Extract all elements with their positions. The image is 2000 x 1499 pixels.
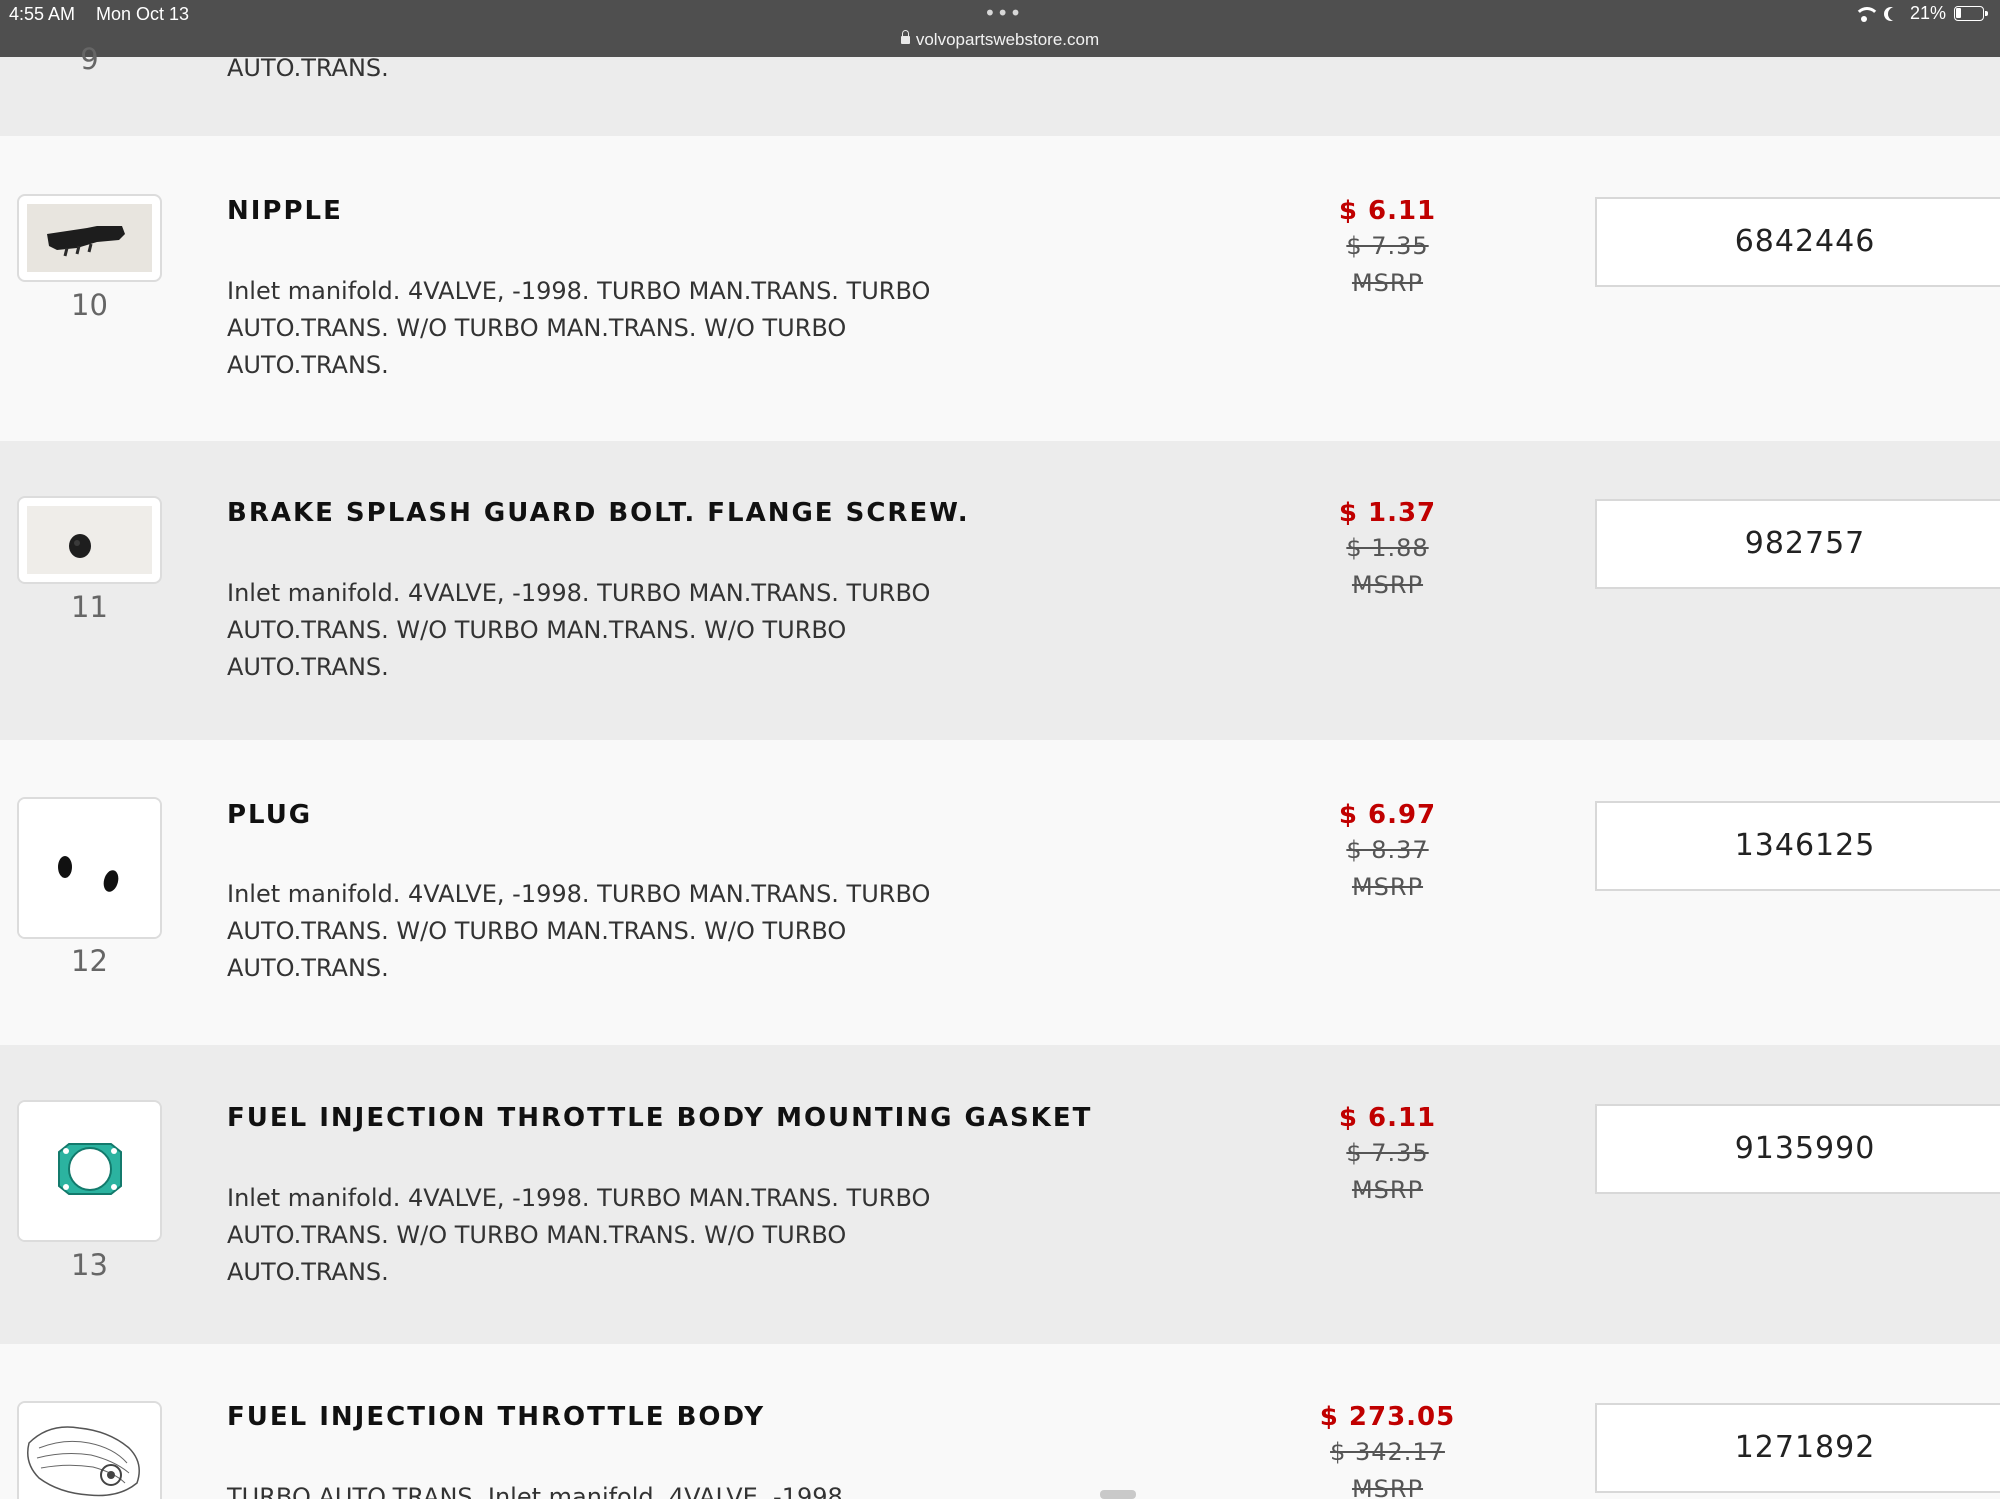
desc-line: Inlet manifold. 4VALVE, -1998. TURBO MAN… xyxy=(227,579,931,607)
msrp-price: $ 342.17 xyxy=(1330,1438,1445,1466)
plug-image xyxy=(19,799,160,937)
desc-line: AUTO.TRANS. W/O TURBO MAN.TRANS. W/O TUR… xyxy=(227,917,847,945)
desc-line: Inlet manifold. 4VALVE, -1998. TURBO MAN… xyxy=(227,1184,931,1212)
part-number-box[interactable]: 6842446 xyxy=(1595,197,2000,287)
status-bar: 4:55 AM Mon Oct 13 ••• volvopartswebstor… xyxy=(0,0,2000,57)
part-title[interactable]: PLUG xyxy=(227,800,312,830)
part-title[interactable]: BRAKE SPLASH GUARD BOLT. FLANGE SCREW. xyxy=(227,498,970,528)
sale-price: $ 6.11 xyxy=(1338,1103,1437,1133)
part-description: Inlet manifold. 4VALVE, -1998. TURBO MAN… xyxy=(227,876,987,987)
part-thumbnail[interactable] xyxy=(17,194,162,282)
part-number-box[interactable]: 1271892 xyxy=(1595,1403,2000,1493)
sale-price: $ 6.11 xyxy=(1338,196,1437,226)
desc-line: AUTO.TRANS. W/O TURBO MAN.TRANS. W/O TUR… xyxy=(227,1221,847,1249)
desc-line: Inlet manifold. 4VALVE, -1998. TURBO MAN… xyxy=(227,880,931,908)
ref-number: 13 xyxy=(71,1248,108,1282)
status-indicators: 21% xyxy=(1853,3,1988,24)
ref-number: 9 xyxy=(80,42,99,76)
part-title[interactable]: FUEL INJECTION THROTTLE BODY MOUNTING GA… xyxy=(227,1103,1092,1133)
part-thumbnail[interactable] xyxy=(17,1401,162,1499)
scroll-indicator[interactable] xyxy=(1100,1490,1136,1499)
part-description: Inlet manifold. 4VALVE, -1998. TURBO MAN… xyxy=(227,273,987,384)
more-dots-icon[interactable]: ••• xyxy=(984,1,1022,25)
ref-number: 11 xyxy=(71,590,108,624)
address-bar[interactable]: volvopartswebstore.com xyxy=(0,30,2000,50)
url-text: volvopartswebstore.com xyxy=(915,30,1100,49)
lock-icon xyxy=(900,30,910,44)
desc-line: AUTO.TRANS. xyxy=(227,351,389,379)
moon-icon xyxy=(1888,7,1902,21)
desc-line: AUTO.TRANS. xyxy=(227,653,389,681)
part-thumbnail[interactable] xyxy=(17,1100,162,1242)
list-item: FUEL INJECTION THROTTLE BODY TURBO AUTO.… xyxy=(0,1344,2000,1499)
desc-line: AUTO.TRANS. xyxy=(227,1258,389,1286)
price-block: $ 273.05 $ 342.17 MSRP xyxy=(1280,1400,1495,1499)
list-item: 9 AUTO.TRANS. xyxy=(0,42,2000,136)
bolt-image xyxy=(27,506,152,574)
list-item: 11 BRAKE SPLASH GUARD BOLT. FLANGE SCREW… xyxy=(0,441,2000,740)
sale-price: $ 1.37 xyxy=(1338,498,1437,528)
nipple-image xyxy=(27,204,152,272)
msrp-label: MSRP xyxy=(1351,269,1424,297)
throttle-body-image xyxy=(19,1403,160,1499)
battery-percent: 21% xyxy=(1909,3,1946,23)
desc-line: Inlet manifold. 4VALVE, -1998. TURBO MAN… xyxy=(227,277,931,305)
part-number-box[interactable]: 9135990 xyxy=(1595,1104,2000,1194)
desc-line: AUTO.TRANS. W/O TURBO MAN.TRANS. W/O TUR… xyxy=(227,314,847,342)
part-image xyxy=(27,204,152,272)
part-number-box[interactable]: 1346125 xyxy=(1595,801,2000,891)
price-block: $ 6.11 $ 7.35 MSRP xyxy=(1280,194,1495,302)
part-description: Inlet manifold. 4VALVE, -1998. TURBO MAN… xyxy=(227,575,987,686)
msrp-label: MSRP xyxy=(1351,1176,1424,1204)
msrp-price: $ 7.35 xyxy=(1346,1139,1429,1167)
list-item: 12 PLUG Inlet manifold. 4VALVE, -1998. T… xyxy=(0,740,2000,1045)
status-time: 4:55 AM xyxy=(9,4,76,24)
desc-line: TURBO AUTO.TRANS. Inlet manifold. 4VALVE… xyxy=(227,1483,851,1499)
desc-line: AUTO.TRANS. W/O TURBO MAN.TRANS. W/O TUR… xyxy=(227,616,847,644)
part-thumbnail[interactable] xyxy=(17,797,162,939)
msrp-price: $ 1.88 xyxy=(1346,534,1429,562)
msrp-label: MSRP xyxy=(1351,571,1424,599)
status-date: Mon Oct 13 xyxy=(96,4,190,24)
wifi-icon xyxy=(1853,6,1880,22)
msrp-price: $ 7.35 xyxy=(1346,232,1429,260)
desc-line: AUTO.TRANS. xyxy=(227,54,389,82)
part-title[interactable]: NIPPLE xyxy=(227,196,343,226)
part-thumbnail[interactable] xyxy=(17,496,162,584)
part-description: TURBO AUTO.TRANS. Inlet manifold. 4VALVE… xyxy=(227,1479,987,1499)
part-description: Inlet manifold. 4VALVE, -1998. TURBO MAN… xyxy=(227,1180,987,1291)
gasket-image xyxy=(19,1102,160,1240)
sale-price: $ 273.05 xyxy=(1319,1402,1456,1432)
sale-price: $ 6.97 xyxy=(1338,800,1437,830)
price-block: $ 1.37 $ 1.88 MSRP xyxy=(1280,496,1495,604)
battery-icon xyxy=(1954,6,1988,21)
price-block: $ 6.11 $ 7.35 MSRP xyxy=(1280,1101,1495,1209)
part-description: AUTO.TRANS. xyxy=(227,50,987,87)
ref-number: 12 xyxy=(71,944,108,978)
desc-line: AUTO.TRANS. xyxy=(227,954,389,982)
ref-number: 10 xyxy=(71,288,108,322)
part-number-box[interactable]: 982757 xyxy=(1595,499,2000,589)
msrp-label: MSRP xyxy=(1351,1475,1424,1499)
list-item: 13 FUEL INJECTION THROTTLE BODY MOUNTING… xyxy=(0,1045,2000,1344)
part-title[interactable]: FUEL INJECTION THROTTLE BODY xyxy=(227,1402,765,1432)
msrp-label: MSRP xyxy=(1351,873,1424,901)
price-block: $ 6.97 $ 8.37 MSRP xyxy=(1280,798,1495,906)
part-image xyxy=(27,506,152,574)
msrp-price: $ 8.37 xyxy=(1346,836,1429,864)
list-item: 10 NIPPLE Inlet manifold. 4VALVE, -1998.… xyxy=(0,136,2000,441)
